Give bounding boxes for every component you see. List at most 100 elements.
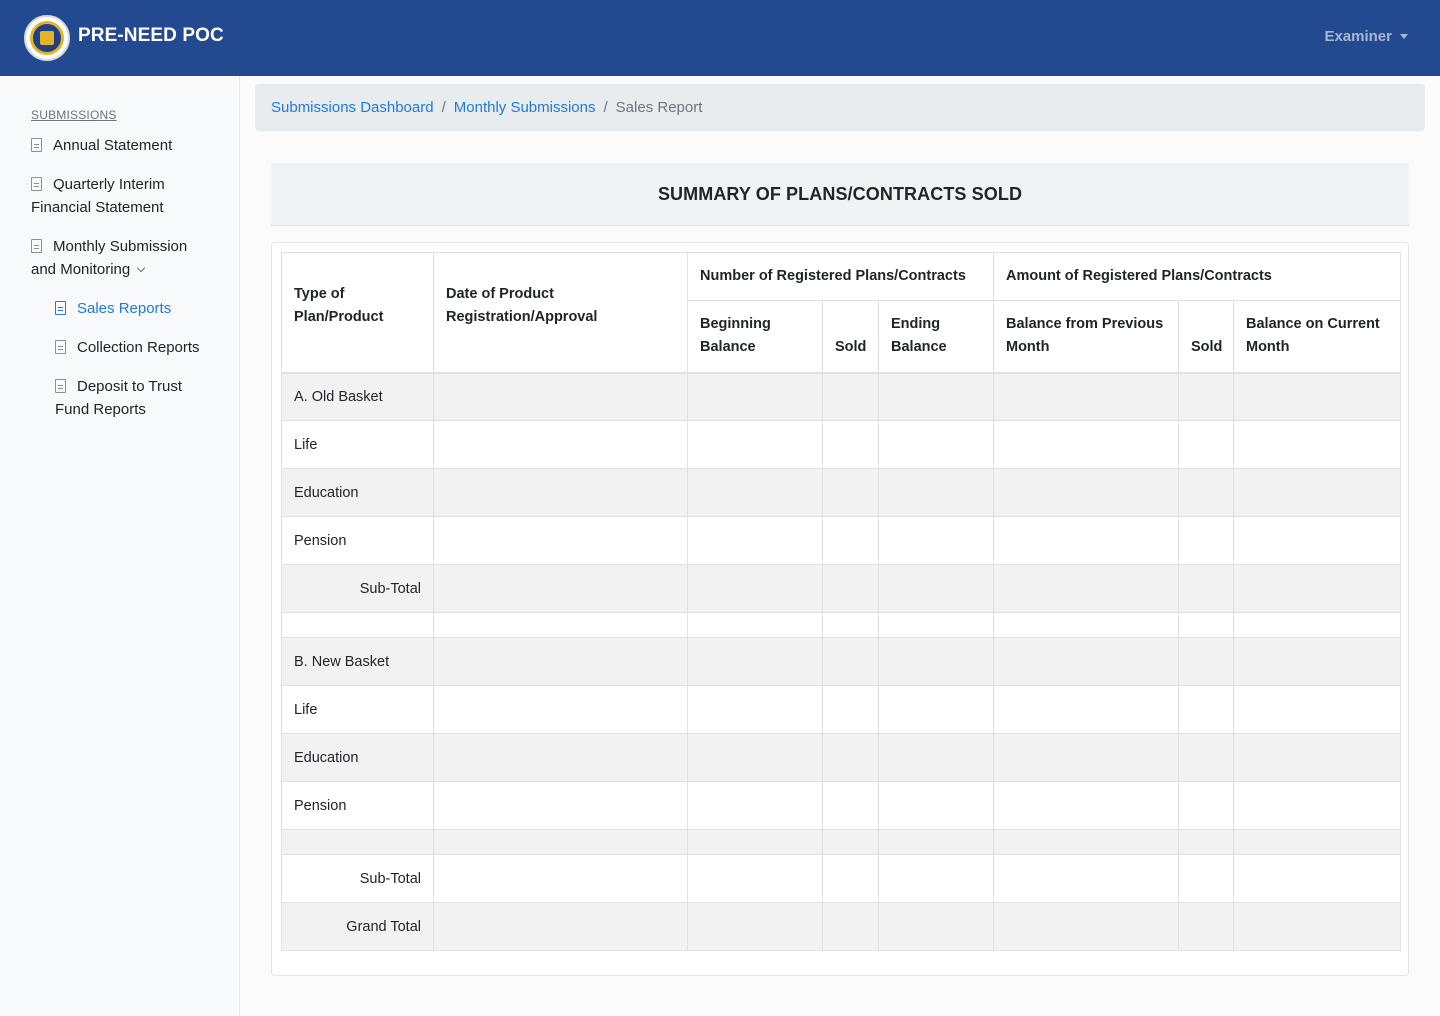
- data-cell: [822, 420, 879, 469]
- data-cell: [822, 516, 879, 565]
- document-icon: [31, 239, 42, 253]
- document-icon: [55, 379, 66, 393]
- agency-seal-logo[interactable]: [24, 15, 70, 61]
- table-row: Life: [281, 420, 1402, 469]
- data-cell: [1178, 564, 1234, 613]
- sidebar-item-monthly-submission[interactable]: Monthly Submission and Monitoring: [31, 235, 187, 281]
- sidebar-item-annual-statement[interactable]: Annual Statement: [31, 134, 172, 157]
- data-cell: [878, 564, 994, 613]
- user-menu-label: Examiner: [1324, 28, 1392, 45]
- main-content: Submissions Dashboard / Monthly Submissi…: [240, 76, 1440, 1016]
- data-cell: [687, 420, 823, 469]
- sales-report-table: Type of Plan/Product Date of Product Regis…: [281, 252, 1402, 951]
- data-cell: [433, 372, 688, 421]
- column-header-beginning-balance: Beginning Balance: [687, 300, 823, 373]
- data-cell: [822, 564, 879, 613]
- column-header-date: Date of Product Registration/Approval: [433, 252, 688, 373]
- table-row: Pension: [281, 781, 1402, 830]
- data-cell: [1178, 781, 1234, 830]
- data-cell: [433, 420, 688, 469]
- column-header-sold: Sold: [822, 300, 879, 373]
- table-row: Pension: [281, 516, 1402, 565]
- row-label-cell: Education: [281, 733, 434, 782]
- report-card: Type of Plan/Product Date of Product Regis…: [271, 242, 1409, 976]
- data-cell: [1178, 420, 1234, 469]
- data-cell: [1232, 733, 1402, 782]
- data-cell: [1232, 685, 1402, 734]
- data-cell: [1178, 516, 1234, 565]
- data-cell: [433, 733, 688, 782]
- sidebar: SUBMISSIONS Annual Statement Quarterly I…: [0, 76, 240, 1016]
- data-cell: [1232, 372, 1402, 421]
- data-cell: [1232, 468, 1402, 517]
- data-cell: [993, 733, 1179, 782]
- data-cell: [1178, 829, 1234, 855]
- data-cell: [1178, 468, 1234, 517]
- document-icon: [55, 340, 66, 354]
- data-cell: [1178, 372, 1234, 421]
- data-cell: [993, 854, 1179, 903]
- data-cell: [433, 902, 688, 951]
- data-cell: [1232, 516, 1402, 565]
- breadcrumb-separator: /: [441, 99, 446, 116]
- row-label-cell: [281, 612, 434, 638]
- sidebar-subitem-label: Fund Reports: [55, 401, 146, 418]
- row-label-cell: Pension: [281, 781, 434, 830]
- row-label-cell: Life: [281, 420, 434, 469]
- data-cell: [1178, 637, 1234, 686]
- column-header-sold-amount: Sold: [1178, 300, 1234, 373]
- user-menu-dropdown[interactable]: Examiner: [1324, 28, 1408, 45]
- data-cell: [1178, 733, 1234, 782]
- data-cell: [878, 468, 994, 517]
- data-cell: [687, 637, 823, 686]
- data-cell: [993, 564, 1179, 613]
- data-cell: [822, 685, 879, 734]
- breadcrumb-monthly-submissions[interactable]: Monthly Submissions: [454, 99, 596, 116]
- brand-title[interactable]: PRE-NEED POC: [78, 25, 224, 47]
- data-cell: [433, 612, 688, 638]
- column-header-balance-previous: Balance from Previous Month: [993, 300, 1179, 373]
- seal-core: [40, 31, 54, 45]
- row-label-cell: Sub-Total: [281, 564, 434, 613]
- table-row: Education: [281, 468, 1402, 517]
- chevron-down-icon: [136, 263, 146, 273]
- data-cell: [687, 829, 823, 855]
- report-title: SUMMARY OF PLANS/CONTRACTS SOLD: [657, 183, 1023, 204]
- sidebar-item-label: Financial Statement: [31, 199, 164, 216]
- data-cell: [687, 372, 823, 421]
- table-row: A. Old Basket: [281, 372, 1402, 421]
- data-cell: [993, 420, 1179, 469]
- seal-emblem: [30, 21, 64, 55]
- data-cell: [1232, 420, 1402, 469]
- data-cell: [1178, 854, 1234, 903]
- sidebar-item-quarterly-interim[interactable]: Quarterly Interim Financial Statement: [31, 173, 165, 219]
- breadcrumb-submissions-dashboard[interactable]: Submissions Dashboard: [271, 99, 434, 116]
- data-cell: [433, 829, 688, 855]
- data-cell: [878, 637, 994, 686]
- data-cell: [822, 612, 879, 638]
- data-cell: [993, 829, 1179, 855]
- document-icon: [31, 177, 42, 191]
- sidebar-subitem-deposit-trust-fund[interactable]: Deposit to Trust Fund Reports: [55, 375, 182, 421]
- table-row: B. New Basket: [281, 637, 1402, 686]
- sidebar-subitem-collection-reports[interactable]: Collection Reports: [55, 336, 200, 359]
- data-cell: [993, 902, 1179, 951]
- data-cell: [433, 781, 688, 830]
- row-label-cell: B. New Basket: [281, 637, 434, 686]
- table-row: [281, 829, 1402, 855]
- data-cell: [1232, 854, 1402, 903]
- data-cell: [687, 902, 823, 951]
- column-header-balance-current: Balance on Current Month: [1232, 300, 1402, 373]
- data-cell: [687, 733, 823, 782]
- data-cell: [993, 516, 1179, 565]
- data-cell: [687, 612, 823, 638]
- column-header-ending-balance: Ending Balance: [878, 300, 994, 373]
- breadcrumb-separator: /: [603, 99, 608, 116]
- sidebar-subitem-sales-reports[interactable]: Sales Reports: [55, 297, 171, 320]
- data-cell: [687, 516, 823, 565]
- table-row: Grand Total: [281, 902, 1402, 951]
- data-cell: [1232, 564, 1402, 613]
- data-cell: [993, 781, 1179, 830]
- data-cell: [878, 612, 994, 638]
- data-cell: [993, 685, 1179, 734]
